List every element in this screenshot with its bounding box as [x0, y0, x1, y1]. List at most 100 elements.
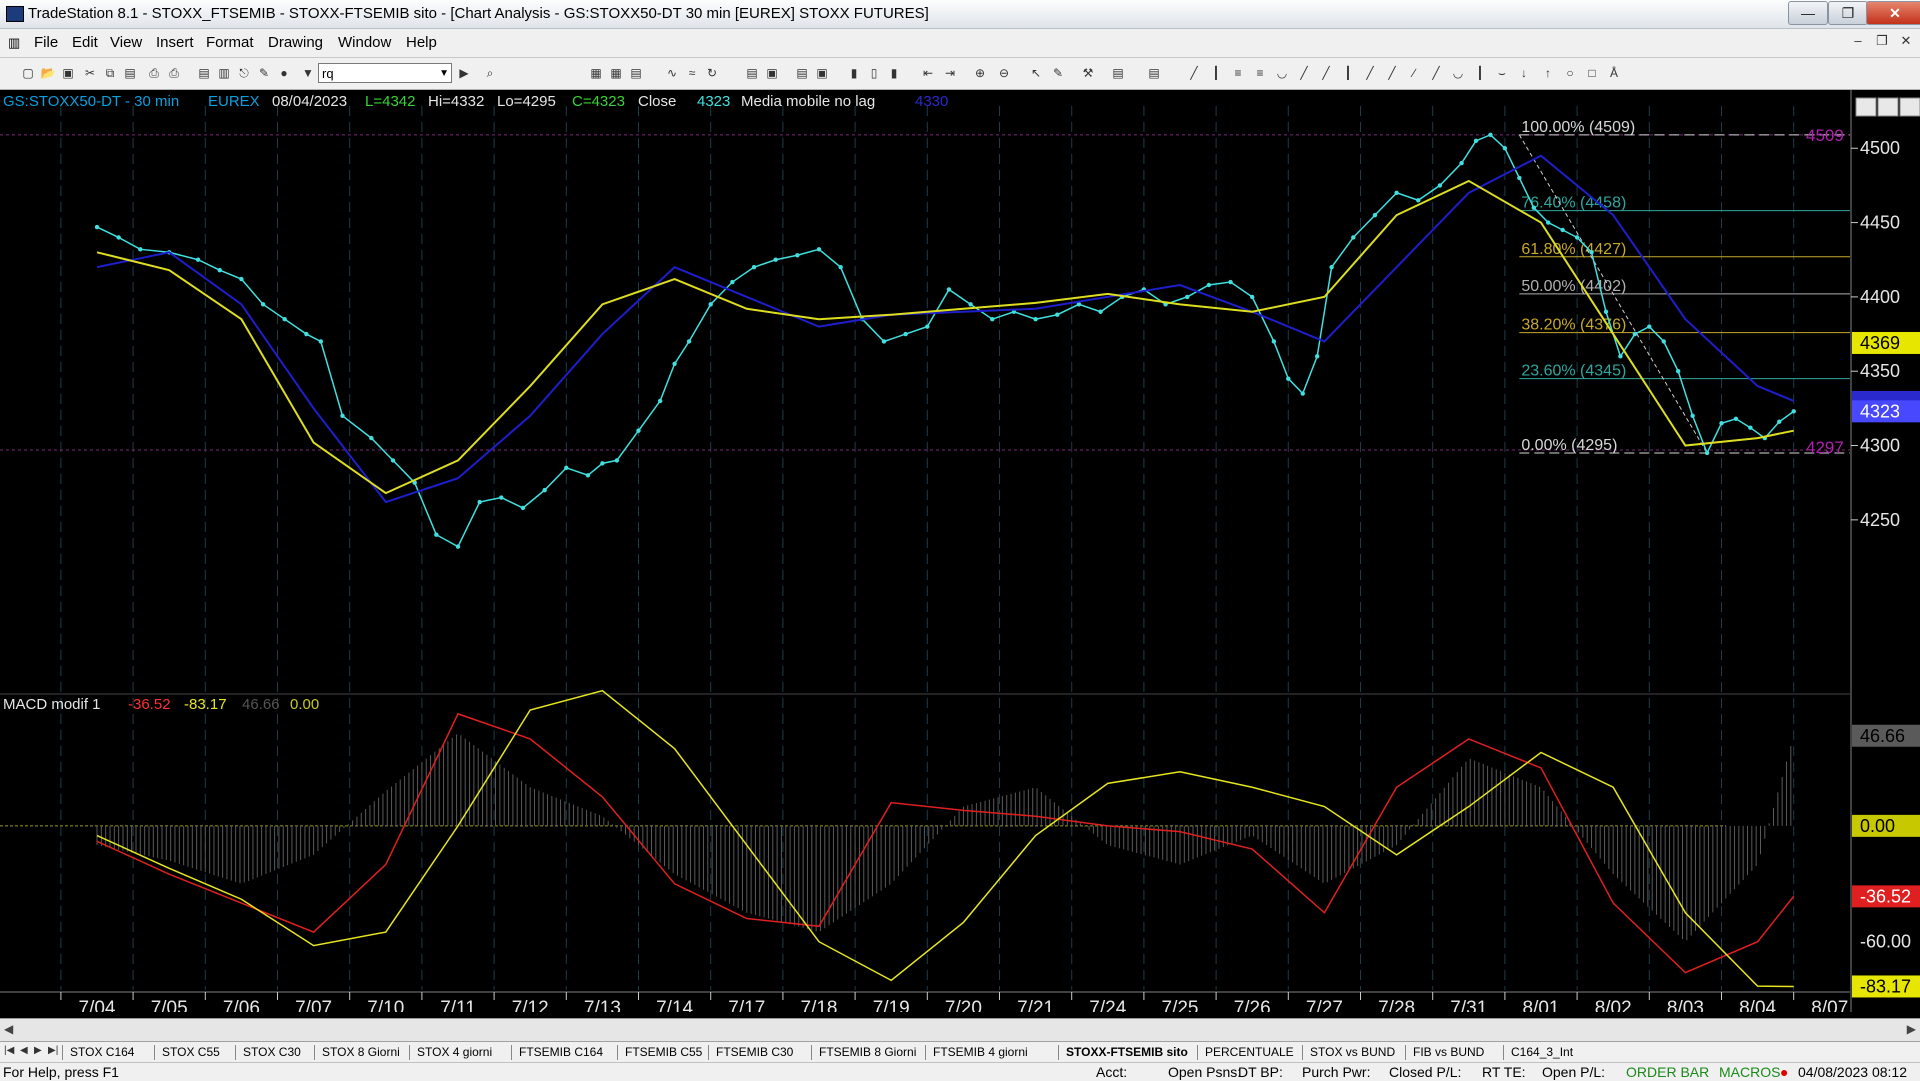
paste-icon[interactable]: ▤	[122, 65, 138, 81]
find-icon[interactable]: ⌕	[482, 65, 498, 81]
pane-close-button[interactable]	[1899, 97, 1920, 117]
status-order-bar[interactable]: ORDER BAR	[1626, 1064, 1709, 1080]
window-tile-icon[interactable]: ▥	[216, 65, 232, 81]
menu-help[interactable]: Help	[406, 34, 437, 51]
tab-next-icon[interactable]: ▶	[34, 1045, 42, 1056]
horizontal-lines-icon[interactable]: ≡	[1230, 65, 1246, 81]
print-preview-icon[interactable]: ⎙	[166, 65, 182, 81]
workspace-tab[interactable]: STOX C55	[162, 1044, 220, 1061]
format-window-icon[interactable]: ▤	[744, 65, 760, 81]
pane-minimize-button[interactable]	[1855, 97, 1877, 117]
circle-icon[interactable]: ○	[1562, 65, 1578, 81]
menu-view[interactable]: View	[110, 34, 142, 51]
tab-prev-icon[interactable]: ◀	[20, 1045, 28, 1056]
maximize-button[interactable]: ❐	[1828, 1, 1868, 25]
workspace-tab[interactable]: STOXX-FTSEMIB sito	[1066, 1044, 1188, 1061]
trendline-icon[interactable]: ╱	[1186, 65, 1202, 81]
arrow-down-icon[interactable]: ↓	[1516, 65, 1532, 81]
strategy-icon[interactable]: ▣	[814, 65, 830, 81]
time-zone-icon[interactable]: ┃	[1472, 65, 1488, 81]
cut-icon[interactable]: ✂	[82, 65, 98, 81]
workspace-tab[interactable]: FIB vs BUND	[1413, 1044, 1484, 1061]
menu-drawing[interactable]: Drawing	[268, 34, 323, 51]
chart-style-icon[interactable]: ✎	[256, 65, 272, 81]
workspace-tab[interactable]: FTSEMIB 8 Giorni	[819, 1044, 916, 1061]
workspace-tab[interactable]: STOX 8 Giorni	[322, 1044, 400, 1061]
symbol-combo[interactable]: rq ▼	[318, 63, 452, 83]
chart-horizontal-scrollbar[interactable]: ◀ ▶	[0, 1018, 1920, 1041]
scroll-right-icon[interactable]: ⇥	[942, 65, 958, 81]
rectangle-icon[interactable]: □	[1584, 65, 1600, 81]
regression-icon[interactable]: ∕	[1406, 65, 1422, 81]
table-icon[interactable]: ▦	[608, 65, 624, 81]
scroll-left-icon[interactable]: ⇤	[920, 65, 936, 81]
line-style-icon[interactable]: ▮	[886, 65, 902, 81]
gann-icon[interactable]: ╱	[1384, 65, 1400, 81]
workspace-tab[interactable]: PERCENTUALE	[1205, 1044, 1294, 1061]
pointer-icon[interactable]: ↖	[1028, 65, 1044, 81]
andrews-icon[interactable]: ╱	[1362, 65, 1378, 81]
window-list-icon[interactable]: ▤	[196, 65, 212, 81]
save-icon[interactable]: ▣	[60, 65, 76, 81]
minimize-button[interactable]: —	[1788, 1, 1828, 25]
channel-icon[interactable]: ╱	[1318, 65, 1334, 81]
close-button[interactable]: ✕	[1866, 1, 1920, 25]
pitchfork-icon[interactable]: ╱	[1428, 65, 1444, 81]
open-icon[interactable]: 📂	[40, 65, 56, 81]
vertical-lines-icon[interactable]: ┃	[1208, 65, 1224, 81]
menu-edit[interactable]: Edit	[72, 34, 98, 51]
analysis-icon[interactable]: ▣	[764, 65, 780, 81]
data-window-icon[interactable]: ▤	[1110, 65, 1126, 81]
zoom-out-icon[interactable]: ⊖	[996, 65, 1012, 81]
cursor-icon[interactable]: ✎	[1050, 65, 1066, 81]
workspace-tab[interactable]: STOX C30	[243, 1044, 301, 1061]
curve-icon[interactable]: ⌣	[1494, 65, 1510, 81]
arc-icon[interactable]: ◡	[1274, 65, 1290, 81]
candle-icon[interactable]: ▯	[866, 65, 882, 81]
mdi-minimize-button[interactable]: –	[1848, 33, 1868, 51]
workspace-tab[interactable]: FTSEMIB C30	[716, 1044, 793, 1061]
fib-icon[interactable]: ≡	[1252, 65, 1268, 81]
workspace-tab[interactable]: FTSEMIB C164	[519, 1044, 603, 1061]
workspace-tab[interactable]: C164_3_Int	[1511, 1044, 1573, 1061]
print-icon[interactable]: ⎙	[146, 65, 162, 81]
speed-lines-icon[interactable]: ┃	[1340, 65, 1356, 81]
clipboard-icon[interactable]: ▤	[1146, 65, 1162, 81]
bar-icon[interactable]: ▮	[846, 65, 862, 81]
menu-format[interactable]: Format	[206, 34, 254, 51]
workspace-tab[interactable]: STOX C164	[70, 1044, 134, 1061]
wave-icon[interactable]: ∿	[664, 65, 680, 81]
indicator-icon[interactable]: ≈	[684, 65, 700, 81]
new-icon[interactable]: ▢	[20, 65, 36, 81]
tools-icon[interactable]: ⚒	[1080, 65, 1096, 81]
scroll-left-arrow-icon[interactable]: ◀	[4, 1022, 13, 1036]
mdi-restore-button[interactable]: ❐	[1872, 33, 1892, 51]
workspace-tab[interactable]: STOX 4 giorni	[417, 1044, 492, 1061]
workspace-tab[interactable]: STOX vs BUND	[1310, 1044, 1395, 1061]
workspace-tab[interactable]: FTSEMIB C55	[625, 1044, 702, 1061]
tab-first-icon[interactable]: |◀	[4, 1045, 14, 1056]
grid-icon[interactable]: ▦	[588, 65, 604, 81]
quote-icon[interactable]: ▤	[628, 65, 644, 81]
cycle-icon[interactable]: ◡	[1450, 65, 1466, 81]
lock-icon[interactable]: ⎋	[236, 65, 252, 81]
mdi-chart-icon[interactable]: ▥	[8, 35, 20, 51]
color-icon[interactable]: ●	[276, 65, 292, 81]
go-arrow-icon[interactable]: ▶	[456, 65, 472, 81]
text-icon[interactable]: Å	[1606, 65, 1622, 81]
insert-analysis-icon[interactable]: ▤	[794, 65, 810, 81]
chart-window[interactable]: 100.00% (4509) 76.40% (4458) 61.80% (4427)…	[0, 90, 1920, 1012]
scroll-right-arrow-icon[interactable]: ▶	[1907, 1022, 1916, 1036]
pane-restore-button[interactable]	[1877, 97, 1899, 117]
workspace-tab[interactable]: FTSEMIB 4 giorni	[933, 1044, 1028, 1061]
fan-icon[interactable]: ╱	[1296, 65, 1312, 81]
menu-window[interactable]: Window	[338, 34, 391, 51]
arrow-up-icon[interactable]: ↑	[1540, 65, 1556, 81]
refresh-icon[interactable]: ↻	[704, 65, 720, 81]
copy-icon[interactable]: ⧉	[102, 65, 118, 81]
menu-file[interactable]: File	[34, 34, 58, 51]
status-macros[interactable]: MACROS	[1719, 1064, 1780, 1080]
zoom-in-icon[interactable]: ⊕	[972, 65, 988, 81]
menu-insert[interactable]: Insert	[156, 34, 194, 51]
tab-last-icon[interactable]: ▶|	[48, 1045, 58, 1056]
